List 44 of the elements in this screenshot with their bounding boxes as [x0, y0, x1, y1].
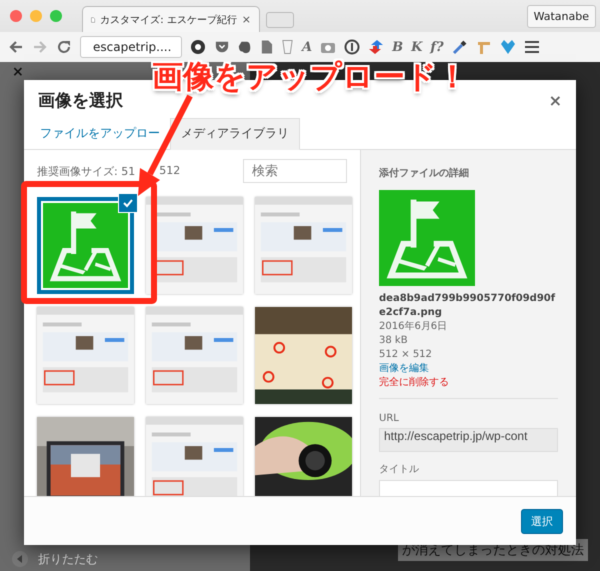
extension-button[interactable]: A — [302, 40, 312, 54]
search-field[interactable]: 検索 — [243, 159, 347, 183]
file-date: 2016年6月6日 — [379, 320, 448, 334]
extension-button[interactable]: B — [392, 40, 404, 54]
title-label: タイトル — [379, 463, 420, 476]
elephant-icon[interactable] — [238, 39, 252, 55]
map-flag-icon — [43, 203, 128, 288]
profile-button[interactable]: Watanabe — [526, 4, 596, 28]
edit-image-link[interactable]: 画像を編集 — [379, 362, 558, 376]
map-flag-icon — [379, 190, 475, 286]
address-bar[interactable]: escapetrip.... — [80, 36, 182, 58]
file-name: dea8b9ad799b9905770f09d90fe2cf7a.png — [379, 292, 556, 320]
size-hint: 推奨画像サイズ: 51 — [37, 164, 136, 178]
checkmark-icon — [118, 193, 138, 213]
size-hint: 512 — [159, 164, 180, 178]
heart-icon[interactable] — [500, 39, 516, 55]
document-icon[interactable] — [260, 39, 273, 55]
info-icon[interactable] — [344, 39, 360, 55]
tab[interactable]: ファイルをアップロー — [36, 119, 164, 149]
reload-icon[interactable] — [56, 39, 72, 55]
close-button[interactable]: × — [548, 90, 562, 110]
extension-button[interactable]: K — [411, 40, 422, 54]
close-customizer-button[interactable]: × — [12, 65, 24, 79]
details-heading: 添付ファイルの詳細 — [379, 166, 470, 180]
browser-tab[interactable]: カスタマイズ: エスケープ紀行 × — [82, 6, 260, 32]
extension-button[interactable]: f? — [430, 40, 444, 54]
delete-link[interactable]: 完全に削除する — [379, 376, 558, 390]
image-dimensions: 512 × 512 — [379, 348, 433, 362]
back-icon[interactable] — [8, 39, 24, 55]
file-size: 38 kB — [379, 334, 409, 348]
gear-icon[interactable] — [190, 39, 206, 55]
tab[interactable]: メディアライブラリ — [170, 118, 300, 150]
camera-icon[interactable] — [320, 40, 336, 54]
dialog-title: 画像を選択 — [38, 90, 123, 112]
select-button[interactable]: 選択 — [521, 508, 563, 534]
dropper-icon[interactable] — [452, 39, 468, 55]
pocket-icon[interactable] — [214, 40, 230, 54]
menu-icon[interactable] — [524, 40, 540, 54]
tab-close-button[interactable]: × — [242, 13, 251, 26]
url-label: URL — [379, 413, 400, 424]
url-field[interactable]: http://escapetrip.jp/wp-cont — [379, 428, 558, 452]
arrows-icon[interactable] — [368, 39, 384, 55]
cup-icon[interactable] — [281, 39, 294, 55]
collapse-button[interactable]: 折りたたむ — [12, 551, 238, 567]
